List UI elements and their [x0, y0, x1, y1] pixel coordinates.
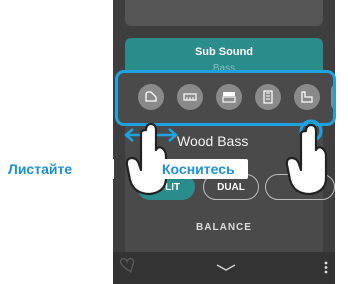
swipe-label: Листайте: [0, 159, 114, 179]
gesture-overlay: [124, 119, 328, 196]
touch-label: Коснитесь: [158, 159, 248, 179]
